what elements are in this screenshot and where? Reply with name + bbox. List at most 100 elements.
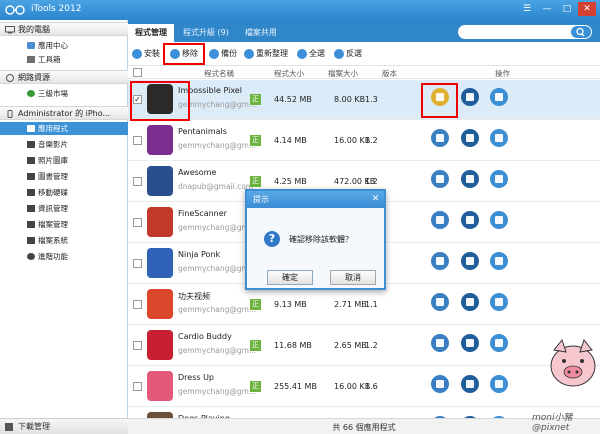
sidebar-item-apps[interactable]: 應用程式 [0,122,128,135]
install-icon [132,49,142,59]
app-developer: gemmychang@gm... [178,141,257,150]
app-icon [147,289,173,319]
window-controls: ☰ — □ ✕ [518,2,596,16]
col-version[interactable]: 版本 [382,68,397,79]
row-checkbox[interactable] [133,136,142,145]
backup-icon[interactable] [461,252,479,270]
col-app-size[interactable]: 程式大小 [274,68,304,79]
sidebar-item-advanced[interactable]: 進階功能 [0,250,128,263]
reorganize-button[interactable]: 重新整理 [244,48,288,60]
menu-button[interactable]: ☰ [518,2,536,16]
minimize-button[interactable]: — [538,2,556,16]
backup-icon[interactable] [461,334,479,352]
row-checkbox[interactable] [133,300,142,309]
folder-icon[interactable] [490,334,508,352]
backup-button[interactable]: 備份 [209,48,237,60]
backup-icon[interactable] [461,211,479,229]
folder-icon[interactable] [490,375,508,393]
trash-icon[interactable] [431,293,449,311]
table-row[interactable]: ✓ Impossible Pixel gemmychang@gm... 正 44.52 … [128,80,600,120]
sidebar-item-books[interactable]: 圖書管理 [0,170,128,183]
col-file-size[interactable]: 檔案大小 [328,68,358,79]
folder-icon[interactable] [490,170,508,188]
sidebar-item-file-mgmt[interactable]: 檔案管理 [0,218,128,231]
app-icon [147,207,173,237]
app-icon [147,125,173,155]
sidebar-section-network[interactable]: 網路資源 [0,70,128,84]
sidebar-item-toolbox[interactable]: 工具箱 [0,53,128,66]
row-checkbox[interactable] [133,218,142,227]
folder-icon[interactable] [490,129,508,147]
app-count: 共 66 個應用程式 [332,423,396,432]
row-checkbox[interactable] [133,382,142,391]
app-version: 1.2 [365,341,378,350]
close-button[interactable]: ✕ [578,2,596,16]
tab-app-upgrade[interactable]: 程式升級 (9) [176,24,236,42]
tab-file-sharing[interactable]: 檔案共用 [238,24,284,42]
table-row[interactable]: Dress Up gemmychang@gm... 正 255.41 MB 16.00 … [128,367,600,407]
select-all-button[interactable]: 全選 [297,48,325,60]
itools-logo-icon [5,5,25,15]
phone-icon [7,110,13,118]
app-icon [147,248,173,278]
trash-icon[interactable] [431,334,449,352]
row-checkbox[interactable] [133,259,142,268]
col-app-name[interactable]: 程式名稱 [204,68,234,79]
app-name: FineScanner [178,209,227,218]
trash-icon[interactable] [431,129,449,147]
sidebar-item-file-system[interactable]: 檔案系統 [0,234,128,247]
sidebar-item-market[interactable]: 三級市場 [0,87,128,100]
trash-icon[interactable] [431,252,449,270]
cancel-button[interactable]: 取消 [330,270,376,285]
trash-icon[interactable] [431,211,449,229]
install-button[interactable]: 安裝 [132,48,160,60]
dialog-title: 提示 [247,191,384,208]
app-icon [147,371,173,401]
ok-button[interactable]: 確定 [267,270,313,285]
select-all-icon [297,49,307,59]
sidebar-section-my-computer[interactable]: 我的電腦 [0,22,128,36]
invert-selection-button[interactable]: 反選 [334,48,362,60]
folder-icon[interactable] [490,293,508,311]
sidebar-item-app-center[interactable]: 應用中心 [0,39,128,52]
table-row[interactable]: Pentanimals gemmychang@gm... 正 4.14 MB 16.00… [128,121,600,161]
sidebar-item-music-video[interactable]: 音樂影片 [0,138,128,151]
search-button[interactable] [571,26,591,38]
backup-icon[interactable] [461,293,479,311]
book-icon [27,173,35,180]
backup-icon[interactable] [461,375,479,393]
maximize-button[interactable]: □ [558,2,576,16]
app-center-icon [27,42,35,49]
sidebar-item-info[interactable]: 資訊管理 [0,202,128,215]
app-name: Cardio Buddy [178,332,232,341]
folder-icon[interactable] [490,211,508,229]
sidebar-item-photos[interactable]: 照片圖庫 [0,154,128,167]
file-size: 2.65 MB [334,341,367,350]
backup-icon[interactable] [461,129,479,147]
tab-app-management[interactable]: 程式管理 [128,24,174,42]
app-version: 1.2 [365,136,378,145]
app-name: Awesome [178,168,217,177]
table-row[interactable]: Cardio Buddy gemmychang@gm... 正 11.68 MB 2.6… [128,326,600,366]
trash-icon[interactable] [431,170,449,188]
trash-icon[interactable] [431,375,449,393]
table-row[interactable]: 功夫视频 gemmychang@gm... 正 9.13 MB 2.71 MB 1.1 [128,285,600,325]
app-size: 4.14 MB [274,136,307,145]
backup-icon[interactable] [461,170,479,188]
backup-icon[interactable] [461,88,479,106]
folder-icon[interactable] [490,88,508,106]
header-checkbox[interactable] [133,68,142,77]
sidebar-item-mobile-disk[interactable]: 移動硬碟 [0,186,128,199]
search-input[interactable] [458,25,592,39]
dialog-close-button[interactable]: ✕ [370,194,381,205]
download-manager[interactable]: 下載管理 [0,418,128,434]
sidebar: 我的電腦 應用中心 工具箱 網路資源 三級市場 Administrator 的 … [0,20,128,434]
app-version: 1.2 [365,177,378,186]
sidebar-section-iphone[interactable]: Administrator 的 iPho... [0,106,128,120]
row-checkbox[interactable] [133,177,142,186]
toolbox-icon [27,56,35,63]
file-size: 8.00 KB [334,95,366,104]
info-icon [27,205,35,212]
folder-icon[interactable] [490,252,508,270]
row-checkbox[interactable] [133,341,142,350]
